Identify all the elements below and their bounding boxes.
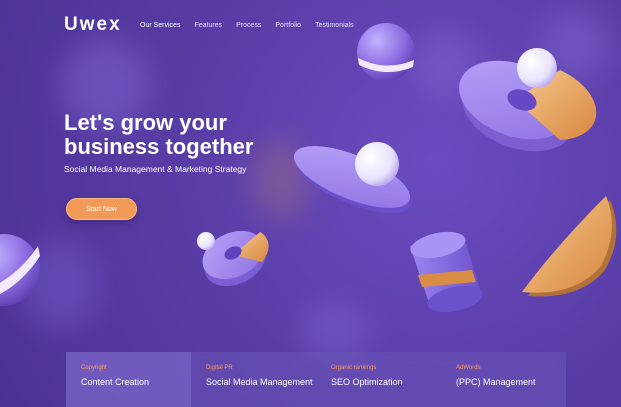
half-disc-shape (522, 196, 617, 297)
service-title: (PPC) Management (456, 377, 536, 387)
service-title: SEO Optimization (331, 377, 403, 387)
service-title: Content Creation (81, 377, 150, 387)
service-card[interactable]: AdWords (PPC) Management (441, 352, 566, 407)
nav-item-process[interactable]: Process (236, 22, 261, 29)
service-card[interactable]: Organic rankings SEO Optimization (316, 352, 441, 407)
white-sphere-shape (517, 48, 557, 88)
nav-item-our-services[interactable]: Our Services (140, 22, 180, 29)
hero-subtitle: Social Media Management & Marketing Stra… (64, 164, 247, 174)
white-sphere-shape (355, 142, 399, 186)
service-card[interactable]: Digital PR Social Media Management (191, 352, 316, 407)
striped-sphere-shape (357, 23, 415, 81)
small-white-sphere-shape (197, 232, 215, 250)
service-title: Social Media Management (206, 377, 313, 387)
cylinder-shape (410, 231, 483, 313)
landing-page: Uwex Our Services Features Process Portf… (0, 0, 621, 407)
hero-title: Let's grow your business together (64, 110, 254, 159)
tilted-disc-shape (293, 146, 413, 213)
brand-logo[interactable]: Uwex (64, 14, 122, 36)
start-now-button[interactable]: Start Now (66, 198, 137, 220)
nav-item-portfolio[interactable]: Portfolio (275, 22, 301, 29)
main-nav: Our Services Features Process Portfolio … (140, 22, 368, 29)
service-kicker: AdWords (456, 365, 481, 371)
services-strip: Copyright Content Creation Digital PR So… (66, 352, 566, 407)
service-kicker: Copyright (81, 365, 107, 371)
service-kicker: Organic rankings (331, 365, 377, 371)
service-card[interactable]: Copyright Content Creation (66, 352, 191, 407)
edge-sphere-shape (0, 234, 40, 306)
nav-item-testimonials[interactable]: Testimonials (315, 22, 354, 29)
service-kicker: Digital PR (206, 365, 233, 371)
nav-item-features[interactable]: Features (194, 22, 222, 29)
